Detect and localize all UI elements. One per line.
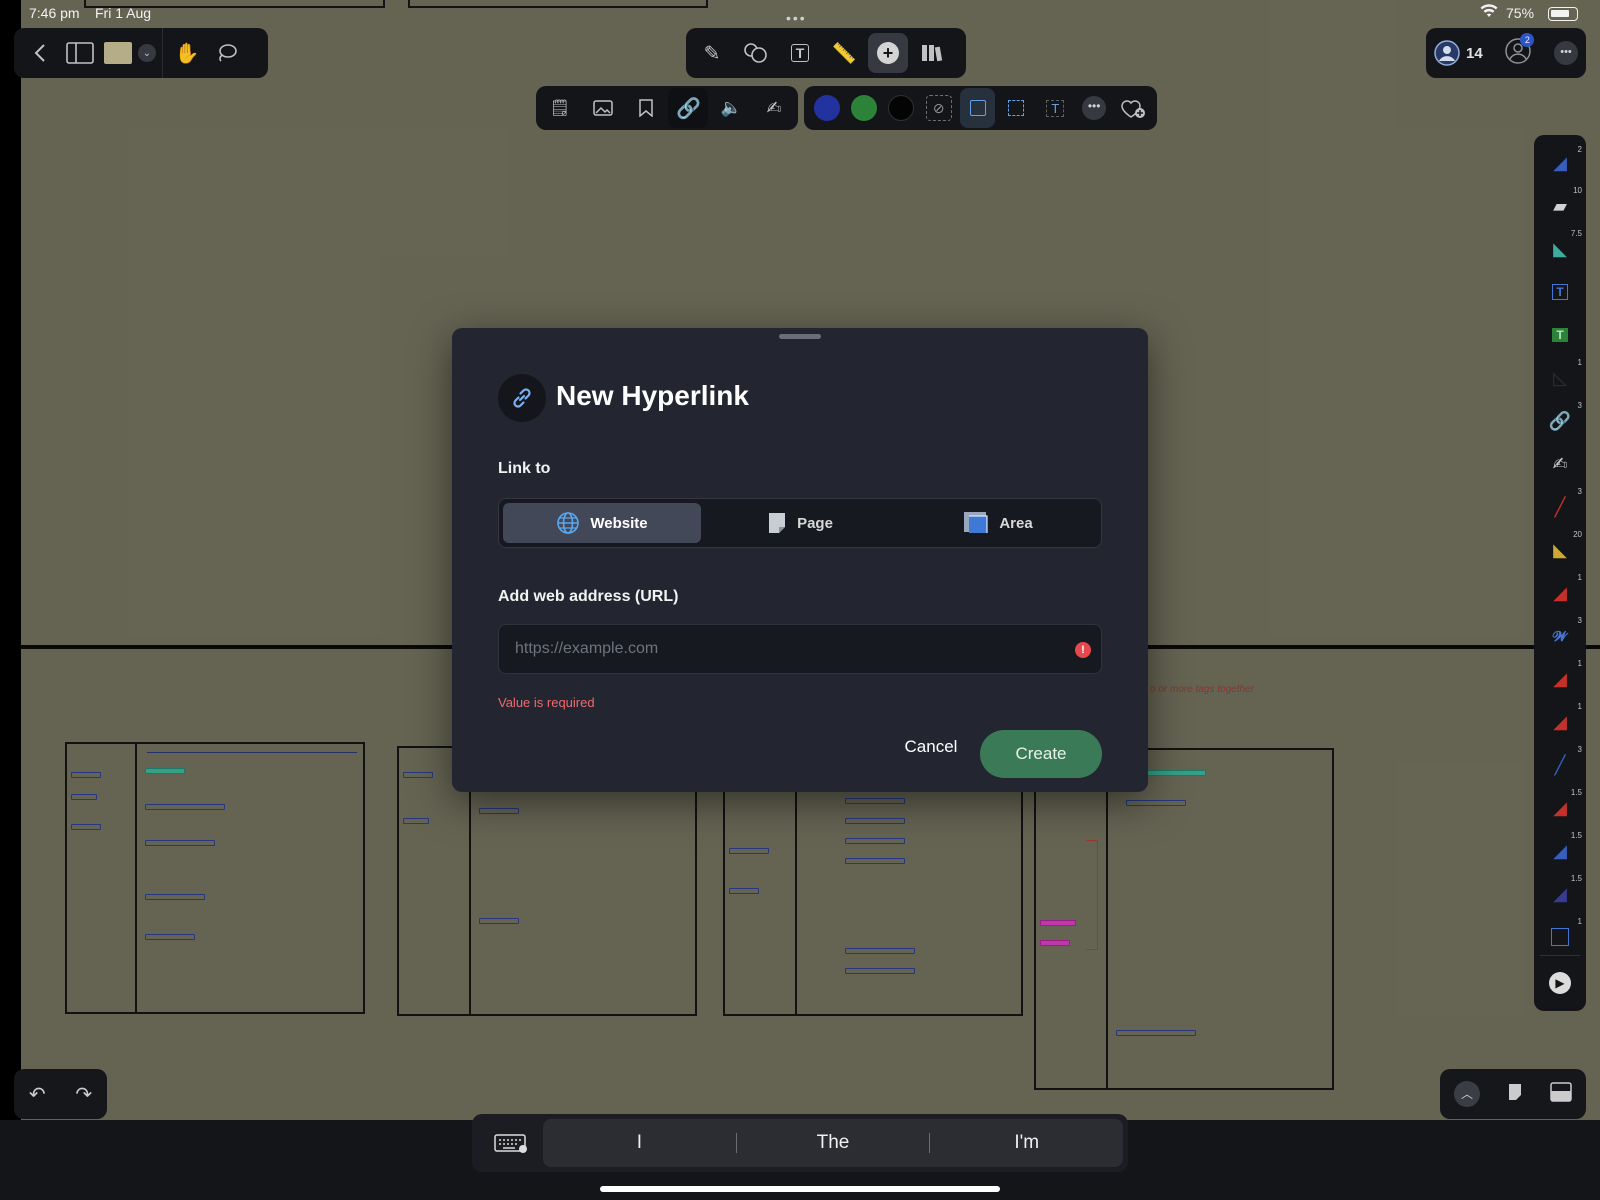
- new-hyperlink-dialog: New Hyperlink Link to Website Page Area …: [452, 328, 1148, 792]
- validation-error-message: Value is required: [498, 695, 595, 710]
- page-nav-toolbar: ︿: [1440, 1069, 1586, 1119]
- segment-label: Website: [590, 514, 648, 532]
- prediction-1[interactable]: I: [543, 1132, 736, 1154]
- globe-icon: [557, 512, 580, 534]
- home-indicator[interactable]: [600, 1186, 1000, 1192]
- create-button[interactable]: Create: [980, 730, 1102, 778]
- link-icon: [498, 374, 546, 422]
- page-icon: [769, 513, 786, 533]
- cancel-button[interactable]: Cancel: [888, 723, 974, 771]
- prediction-2[interactable]: The: [737, 1132, 930, 1154]
- url-field-label: Add web address (URL): [498, 588, 679, 605]
- link-type-selector: Website Page Area: [498, 498, 1102, 548]
- redo-icon[interactable]: ↷: [75, 1082, 92, 1107]
- chevron-up-icon[interactable]: ︿: [1454, 1081, 1480, 1107]
- link-to-label: Link to: [498, 460, 551, 477]
- segment-label: Area: [999, 514, 1033, 532]
- dialog-title: New Hyperlink: [556, 380, 749, 411]
- keyboard-toggle-icon[interactable]: [494, 1132, 528, 1159]
- url-input[interactable]: [498, 624, 1102, 674]
- page-add-icon[interactable]: [1508, 1083, 1522, 1106]
- sheet-grabber[interactable]: [779, 334, 821, 339]
- prediction-3[interactable]: I'm: [930, 1132, 1123, 1154]
- segment-area[interactable]: Area: [899, 503, 1097, 543]
- segment-page[interactable]: Page: [701, 503, 899, 543]
- segment-website[interactable]: Website: [503, 503, 701, 543]
- prediction-suggestions: I The I'm: [543, 1119, 1123, 1167]
- undo-redo-toolbar: ↶ ↷: [14, 1069, 107, 1119]
- page-layout-icon[interactable]: [1550, 1081, 1572, 1107]
- error-alert-icon: !: [1075, 642, 1091, 658]
- segment-label: Page: [797, 514, 833, 532]
- area-icon: [964, 512, 988, 533]
- undo-icon[interactable]: ↶: [29, 1082, 46, 1107]
